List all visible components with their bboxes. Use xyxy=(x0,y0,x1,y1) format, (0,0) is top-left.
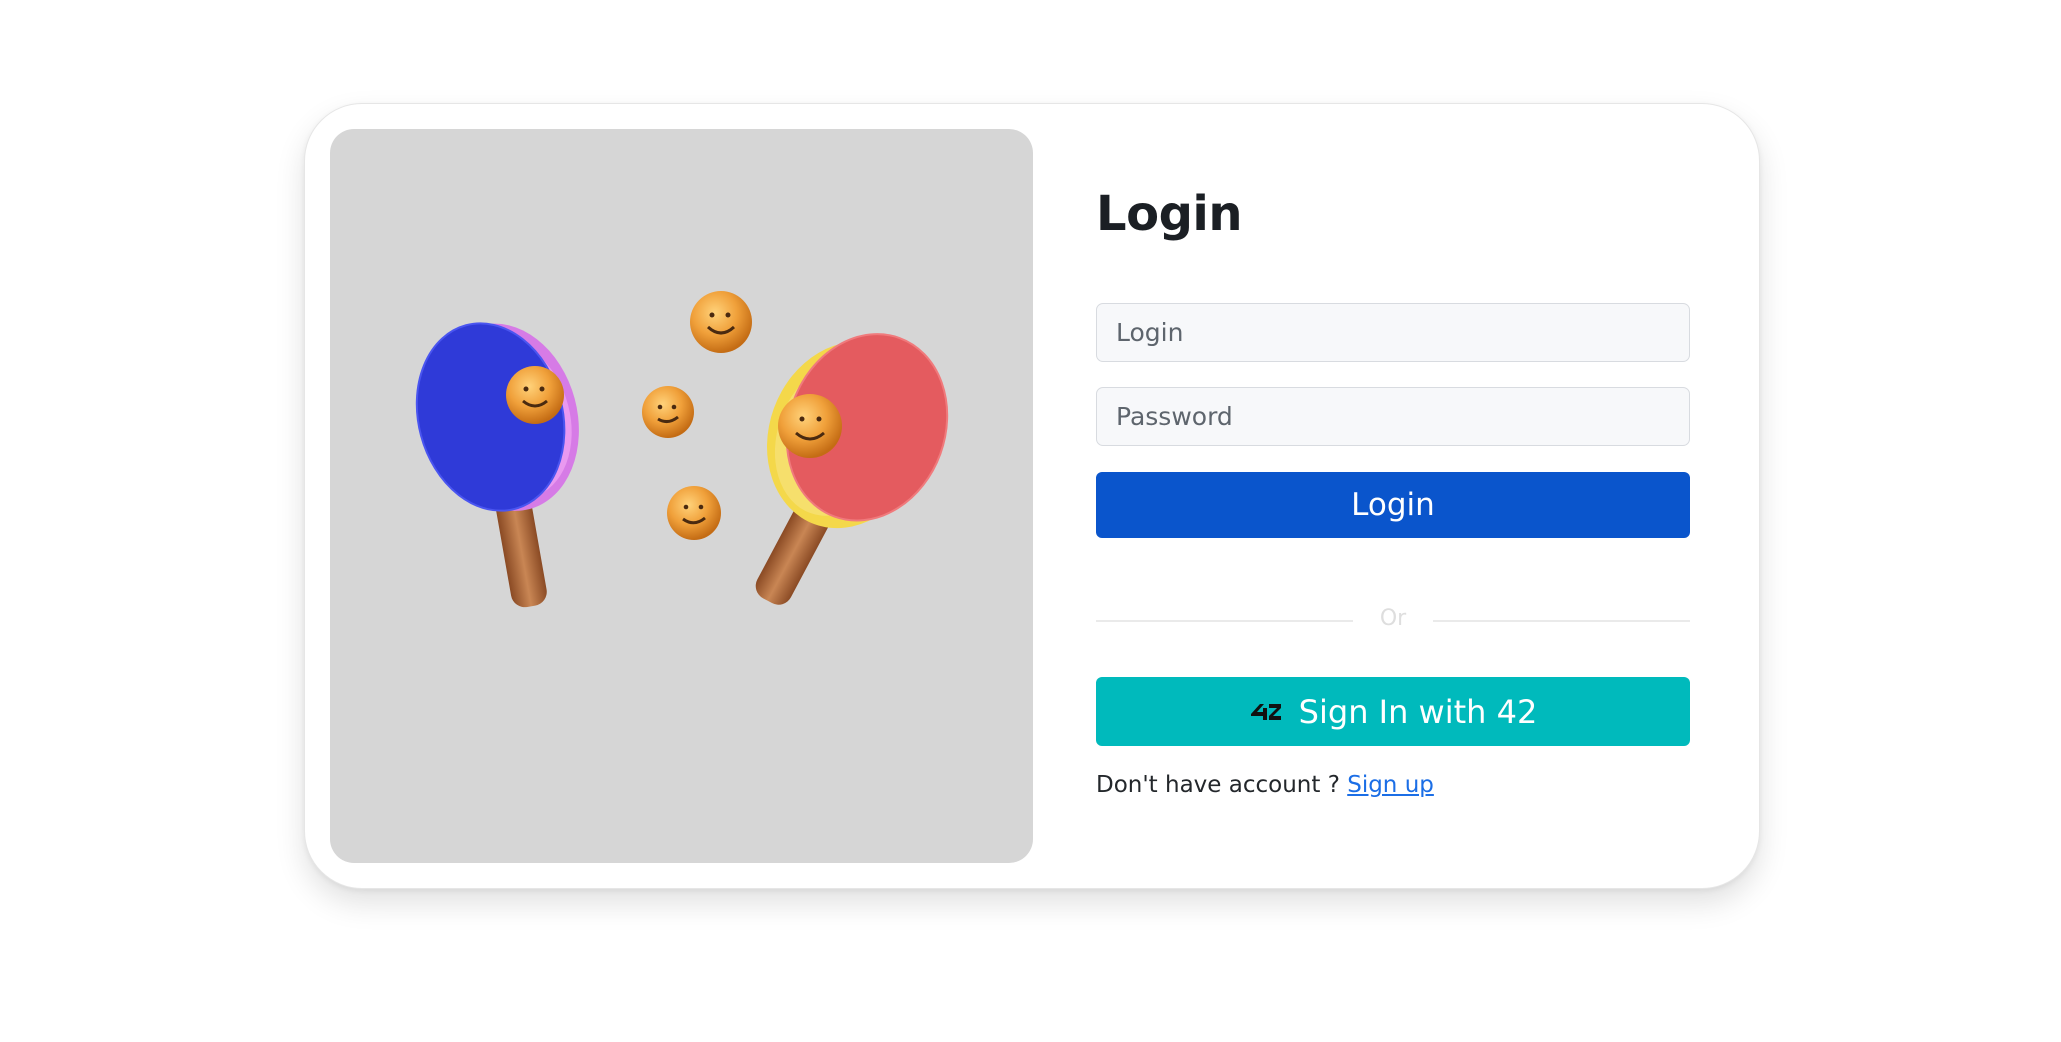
ball-1 xyxy=(690,291,752,353)
login-input[interactable] xyxy=(1096,303,1690,362)
ball-2 xyxy=(506,366,564,424)
ball-5 xyxy=(667,486,721,540)
or-divider: Or xyxy=(1096,606,1690,636)
divider-line-right xyxy=(1433,620,1690,622)
ball-3 xyxy=(642,386,694,438)
ball-4 xyxy=(778,394,842,458)
right-paddle xyxy=(755,333,949,605)
login-button[interactable]: Login xyxy=(1096,472,1690,538)
ping-pong-paddles-illustration xyxy=(415,291,949,608)
login-card: Login Login Or Sign In with 42 Don't hav… xyxy=(304,103,1760,889)
sign-in-with-42-button[interactable]: Sign In with 42 xyxy=(1096,677,1690,746)
password-input[interactable] xyxy=(1096,387,1690,446)
signup-link[interactable]: Sign up xyxy=(1347,772,1434,798)
divider-text: Or xyxy=(1379,606,1407,631)
sign-in-with-42-label: Sign In with 42 xyxy=(1298,692,1538,731)
left-paddle xyxy=(415,322,579,608)
no-account-text: Don't have account ? xyxy=(1096,772,1340,798)
page-title: Login xyxy=(1096,186,1243,242)
logo-42-icon xyxy=(1250,703,1281,720)
signup-prompt: Don't have account ? Sign up xyxy=(1096,772,1434,798)
ping-pong-illustration xyxy=(330,129,1033,863)
login-form: Login Login Or Sign In with 42 Don't hav… xyxy=(1096,104,1691,890)
